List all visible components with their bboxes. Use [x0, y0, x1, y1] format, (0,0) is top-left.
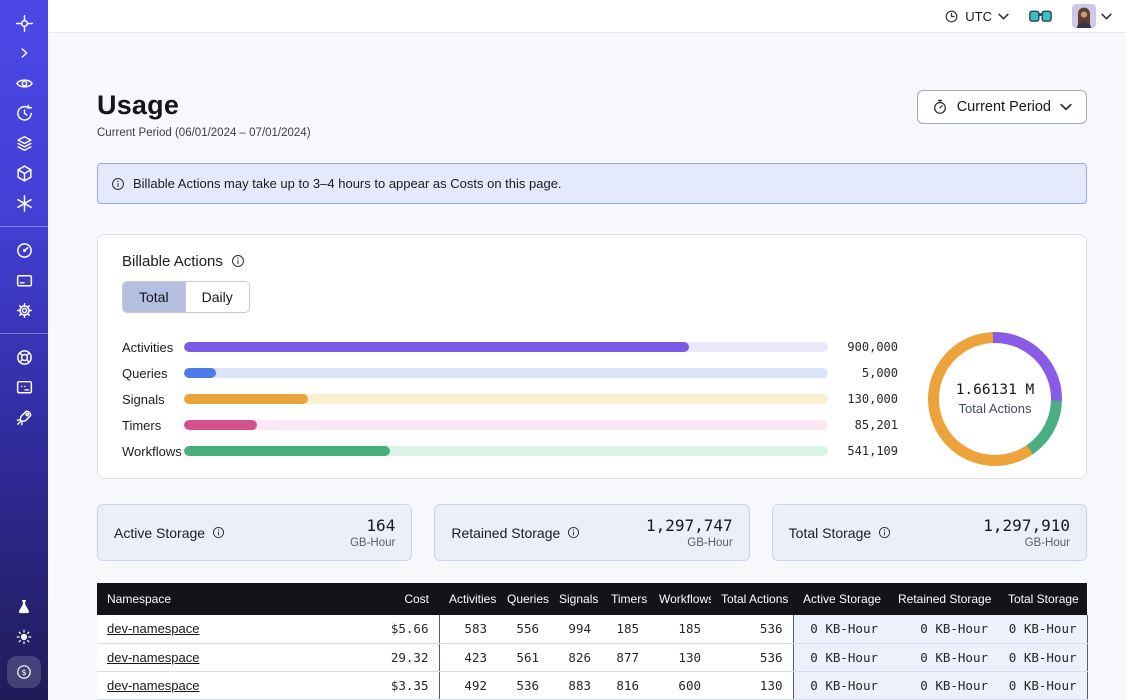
layers-icon[interactable]	[0, 128, 48, 158]
chevron-down-icon	[998, 13, 1009, 20]
sidebar-divider	[0, 226, 48, 227]
tab-total[interactable]: Total	[123, 282, 185, 312]
col-cost: Cost	[339, 583, 439, 615]
chevron-down-icon	[1060, 103, 1072, 111]
namespaces-icon[interactable]	[0, 68, 48, 98]
labs-flask-icon[interactable]	[0, 592, 48, 622]
nexus-asterisk-icon[interactable]	[0, 188, 48, 218]
info-icon[interactable]	[878, 526, 891, 539]
dev-mode-glasses-icon[interactable]	[1029, 10, 1052, 23]
tab-daily[interactable]: Daily	[185, 282, 249, 312]
bar-track	[184, 368, 828, 378]
bar-track	[184, 342, 828, 352]
billable-actions-title: Billable Actions	[122, 253, 223, 270]
col-total-actions: Total Actions	[711, 583, 793, 615]
svg-text:$: $	[21, 668, 26, 677]
active-storage-value: 164	[350, 516, 395, 535]
storage-unit: GB-Hour	[350, 537, 395, 549]
col-namespace: Namespace	[97, 583, 339, 615]
bar-fill	[184, 368, 216, 378]
support-lifebuoy-icon[interactable]	[0, 342, 48, 372]
usage-gauge-icon[interactable]	[0, 235, 48, 265]
getting-started-rocket-icon[interactable]	[0, 402, 48, 432]
table-row: dev-namespace $3.35 492 536 883 816 600 …	[97, 671, 1087, 699]
billing-card-icon[interactable]	[0, 265, 48, 295]
avatar	[1072, 4, 1096, 28]
credits-coin-button[interactable]: $	[7, 656, 41, 688]
page-subtitle: Current Period (06/01/2024 – 07/01/2024)	[97, 127, 311, 139]
col-total-storage: Total Storage	[998, 583, 1087, 615]
bar-row-timers: Timers 85,201	[122, 412, 898, 438]
theme-sun-icon[interactable]	[0, 622, 48, 652]
col-signals: Signals	[549, 583, 601, 615]
namespace-link[interactable]: dev-namespace	[107, 678, 200, 693]
col-active-storage: Active Storage	[793, 583, 888, 615]
bar-row-activities: Activities 900,000	[122, 334, 898, 360]
info-icon[interactable]	[567, 526, 580, 539]
period-dropdown-button[interactable]: Current Period	[917, 90, 1087, 124]
chevron-down-icon	[1101, 13, 1112, 20]
expand-chevron-icon[interactable]	[0, 38, 48, 68]
bar-fill	[184, 342, 689, 352]
info-icon[interactable]	[212, 526, 225, 539]
history-icon[interactable]	[0, 98, 48, 128]
sidebar: $	[0, 0, 48, 700]
banner-text: Billable Actions may take up to 3–4 hour…	[133, 176, 562, 191]
topbar: UTC	[48, 0, 1126, 33]
info-icon	[111, 177, 125, 191]
billable-view-tabs: Total Daily	[122, 281, 250, 313]
total-storage-card: Total Storage 1,297,910 GB-Hour	[772, 504, 1087, 561]
settings-gear-icon[interactable]	[0, 295, 48, 325]
storage-unit: GB-Hour	[646, 537, 733, 549]
namespace-usage-table: Namespace Cost Activities Queries Signal…	[97, 583, 1088, 700]
deployments-cube-icon[interactable]	[0, 158, 48, 188]
bar-track	[184, 394, 828, 404]
donut-total-value: 1.66131 M	[956, 382, 1035, 398]
bar-row-queries: Queries 5,000	[122, 360, 898, 386]
timezone-selector[interactable]: UTC	[944, 9, 1009, 24]
active-storage-card: Active Storage 164 GB-Hour	[97, 504, 412, 561]
col-queries: Queries	[497, 583, 549, 615]
table-row: dev-namespace 29.32 423 561 826 877 130 …	[97, 643, 1087, 671]
bar-track	[184, 420, 828, 430]
period-dropdown-label: Current Period	[957, 99, 1051, 115]
col-timers: Timers	[601, 583, 649, 615]
billable-actions-banner: Billable Actions may take up to 3–4 hour…	[97, 163, 1087, 204]
total-storage-value: 1,297,910	[983, 516, 1070, 535]
temporal-logo-icon[interactable]	[0, 8, 48, 38]
namespace-link[interactable]: dev-namespace	[107, 650, 200, 665]
stopwatch-icon	[932, 99, 948, 115]
bar-row-signals: Signals 130,000	[122, 386, 898, 412]
billable-actions-card: Billable Actions Total Daily Activities …	[97, 234, 1087, 479]
bar-fill	[184, 420, 257, 430]
namespace-link[interactable]: dev-namespace	[107, 621, 200, 636]
col-workflows: Workflows	[649, 583, 711, 615]
feedback-monitor-icon[interactable]	[0, 372, 48, 402]
timezone-label: UTC	[965, 9, 992, 24]
donut-sublabel: Total Actions	[959, 401, 1032, 416]
col-activities: Activities	[439, 583, 497, 615]
bar-fill	[184, 394, 308, 404]
user-menu[interactable]	[1072, 4, 1112, 28]
billable-bar-chart: Activities 900,000 Queries 5,000 Signals…	[122, 334, 898, 464]
bar-fill	[184, 446, 390, 456]
storage-unit: GB-Hour	[983, 537, 1070, 549]
retained-storage-card: Retained Storage 1,297,747 GB-Hour	[434, 504, 749, 561]
clock-icon	[944, 9, 959, 24]
retained-storage-value: 1,297,747	[646, 516, 733, 535]
table-header-row: Namespace Cost Activities Queries Signal…	[97, 583, 1087, 615]
bar-track	[184, 446, 828, 456]
table-row: dev-namespace $5.66 583 556 994 185 185 …	[97, 615, 1087, 643]
page-title: Usage	[97, 90, 311, 121]
col-retained-storage: Retained Storage	[888, 583, 998, 615]
bar-row-workflows: Workflows 541,109	[122, 438, 898, 464]
total-actions-donut-chart: 1.66131 M Total Actions	[928, 332, 1062, 466]
sidebar-divider	[0, 333, 48, 334]
info-icon[interactable]	[231, 254, 245, 268]
